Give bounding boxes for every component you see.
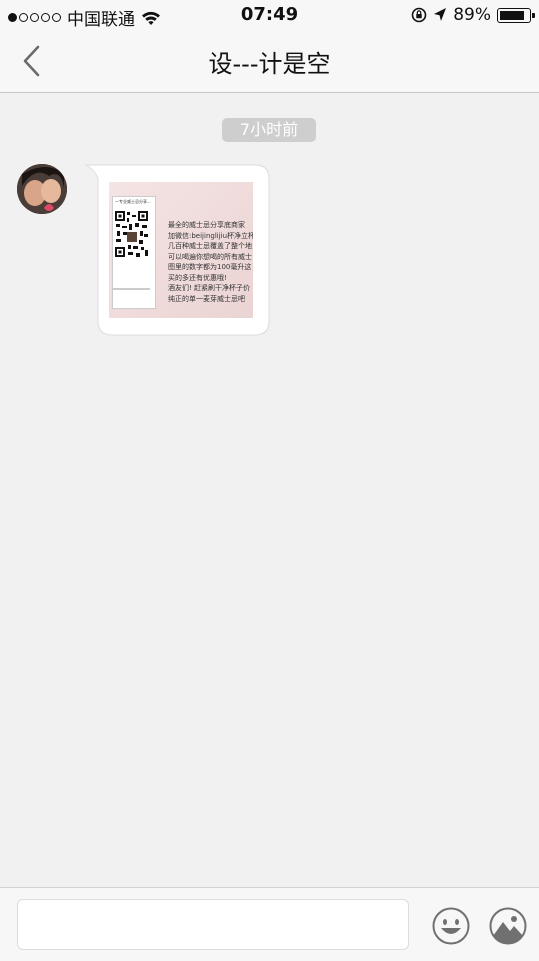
qr-code-icon [114, 210, 149, 258]
message-image[interactable]: 一专业威士忌分享... 最全的威士忌分享底商家 加微信:beijinglijiu… [109, 182, 253, 318]
image-icon [489, 907, 527, 945]
rotation-lock-icon [411, 7, 427, 23]
smiley-icon [432, 907, 470, 945]
image-text-line: 纯正的单一麦芽威士忌吧 [168, 294, 245, 303]
message-input[interactable] [17, 899, 409, 950]
status-right: 89% [411, 5, 535, 25]
poster-footer [112, 288, 150, 290]
poster-title: 一专业威士忌分享... [115, 199, 151, 204]
image-text-line: 加微信:beijinglijiu杯净立杯 [168, 231, 253, 240]
image-text-line: 可以喝遍你想喝的所有威士 [168, 252, 252, 261]
image-text-line: 几百种威士忌覆盖了整个地 [168, 242, 252, 250]
message-timestamp: 7小时前 [222, 118, 316, 142]
battery-percent: 89% [453, 5, 491, 25]
input-bar [0, 887, 539, 961]
page-title: 设---计是空 [208, 50, 331, 78]
image-text-line: 最全的威士忌分享底商家 [168, 221, 245, 229]
status-bar: 中国联通 07:49 89% [0, 0, 539, 30]
image-text-line: 买的多还有优惠哦! [168, 273, 227, 282]
image-text-line: 图里的数字都为100毫升这 [168, 263, 252, 271]
avatar[interactable] [17, 164, 67, 214]
image-text-line: 酒友们! 赶紧刷干净杯子价 [168, 284, 251, 292]
image-button[interactable] [489, 907, 527, 945]
navigation-bar: 设---计是空 [0, 30, 539, 93]
avatar-photo [17, 164, 67, 214]
emoji-button[interactable] [432, 907, 470, 945]
image-text-lines: 最全的威士忌分享底商家 加微信:beijinglijiu杯净立杯 几百种威士忌覆… [168, 220, 253, 304]
location-arrow-icon [434, 8, 447, 21]
battery-icon [497, 7, 535, 23]
